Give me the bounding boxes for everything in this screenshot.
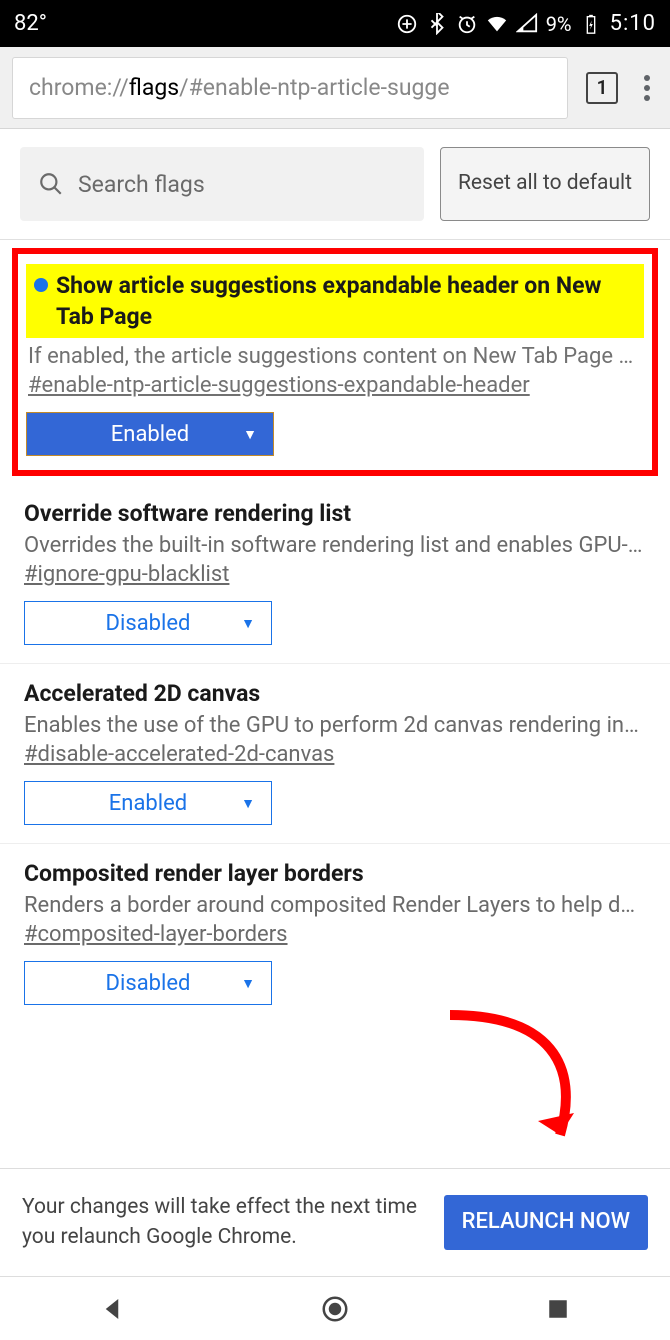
chevron-down-icon: ▼ [241,975,255,992]
flag-description: Renders a border around composited Rende… [24,893,646,918]
battery-icon [580,13,602,35]
url-bar[interactable]: chrome://flags/#enable-ntp-article-sugge [12,57,568,119]
flag-description: Overrides the built-in software renderin… [24,533,646,558]
wifi-icon [486,13,508,35]
search-input[interactable]: Search flags [20,147,424,221]
data-saver-icon [396,13,418,35]
chevron-down-icon: ▼ [241,795,255,812]
alarm-icon [456,13,478,35]
flag-title: Show article suggestions expandable head… [26,264,644,338]
relaunch-now-button[interactable]: RELAUNCH NOW [444,1195,648,1249]
flag-select[interactable]: Enabled▼ [24,781,272,825]
chevron-down-icon: ▼ [241,615,255,632]
modified-dot-icon [34,278,48,292]
flag-title: Accelerated 2D canvas [24,680,646,707]
bluetooth-icon [426,13,448,35]
chevron-down-icon: ▼ [243,426,257,443]
url-path: /#enable-ntp-article-sugge [179,74,449,101]
nav-recents-button[interactable] [543,1294,573,1324]
flag-item: Override software rendering list Overrid… [0,484,670,664]
flag-id-link[interactable]: #enable-ntp-article-suggestions-expandab… [26,373,532,398]
signal-icon [516,13,538,35]
url-host: flags [129,74,179,101]
flag-item: Accelerated 2D canvas Enables the use of… [0,664,670,844]
search-icon [38,171,64,197]
relaunch-bar: Your changes will take effect the next t… [0,1168,670,1276]
tab-switcher-button[interactable]: 1 [586,72,618,104]
battery-percent: 9% [546,12,572,36]
flag-id-link[interactable]: #disable-accelerated-2d-canvas [24,742,334,767]
flag-select[interactable]: Disabled▼ [24,961,272,1005]
flag-select[interactable]: Disabled▼ [24,601,272,645]
flag-item: Composited render layer borders Renders … [0,844,670,1023]
flag-id-link[interactable]: #composited-layer-borders [24,922,288,947]
search-placeholder: Search flags [78,171,205,198]
flag-item-highlighted: Show article suggestions expandable head… [12,248,658,476]
flag-description: Enables the use of the GPU to perform 2d… [24,713,646,738]
status-temp: 82° [14,11,396,36]
nav-back-button[interactable] [97,1294,127,1324]
flag-description: If enabled, the article suggestions cont… [26,344,644,369]
nav-home-button[interactable] [320,1294,350,1324]
android-nav-bar [0,1276,670,1340]
search-reset-row: Search flags Reset all to default [0,129,670,240]
overflow-menu-button[interactable] [636,75,658,101]
flag-id-link[interactable]: #ignore-gpu-blacklist [24,562,229,587]
status-clock: 5:10 [610,11,656,36]
browser-toolbar: chrome://flags/#enable-ntp-article-sugge… [0,47,670,129]
relaunch-message: Your changes will take effect the next t… [22,1193,428,1252]
flag-title: Composited render layer borders [24,860,646,887]
android-status-bar: 82° 9% 5:10 [0,0,670,47]
reset-all-button[interactable]: Reset all to default [440,147,650,221]
url-scheme: chrome:// [29,74,129,101]
flag-title: Override software rendering list [24,500,646,527]
flag-select[interactable]: Enabled▼ [26,412,274,456]
